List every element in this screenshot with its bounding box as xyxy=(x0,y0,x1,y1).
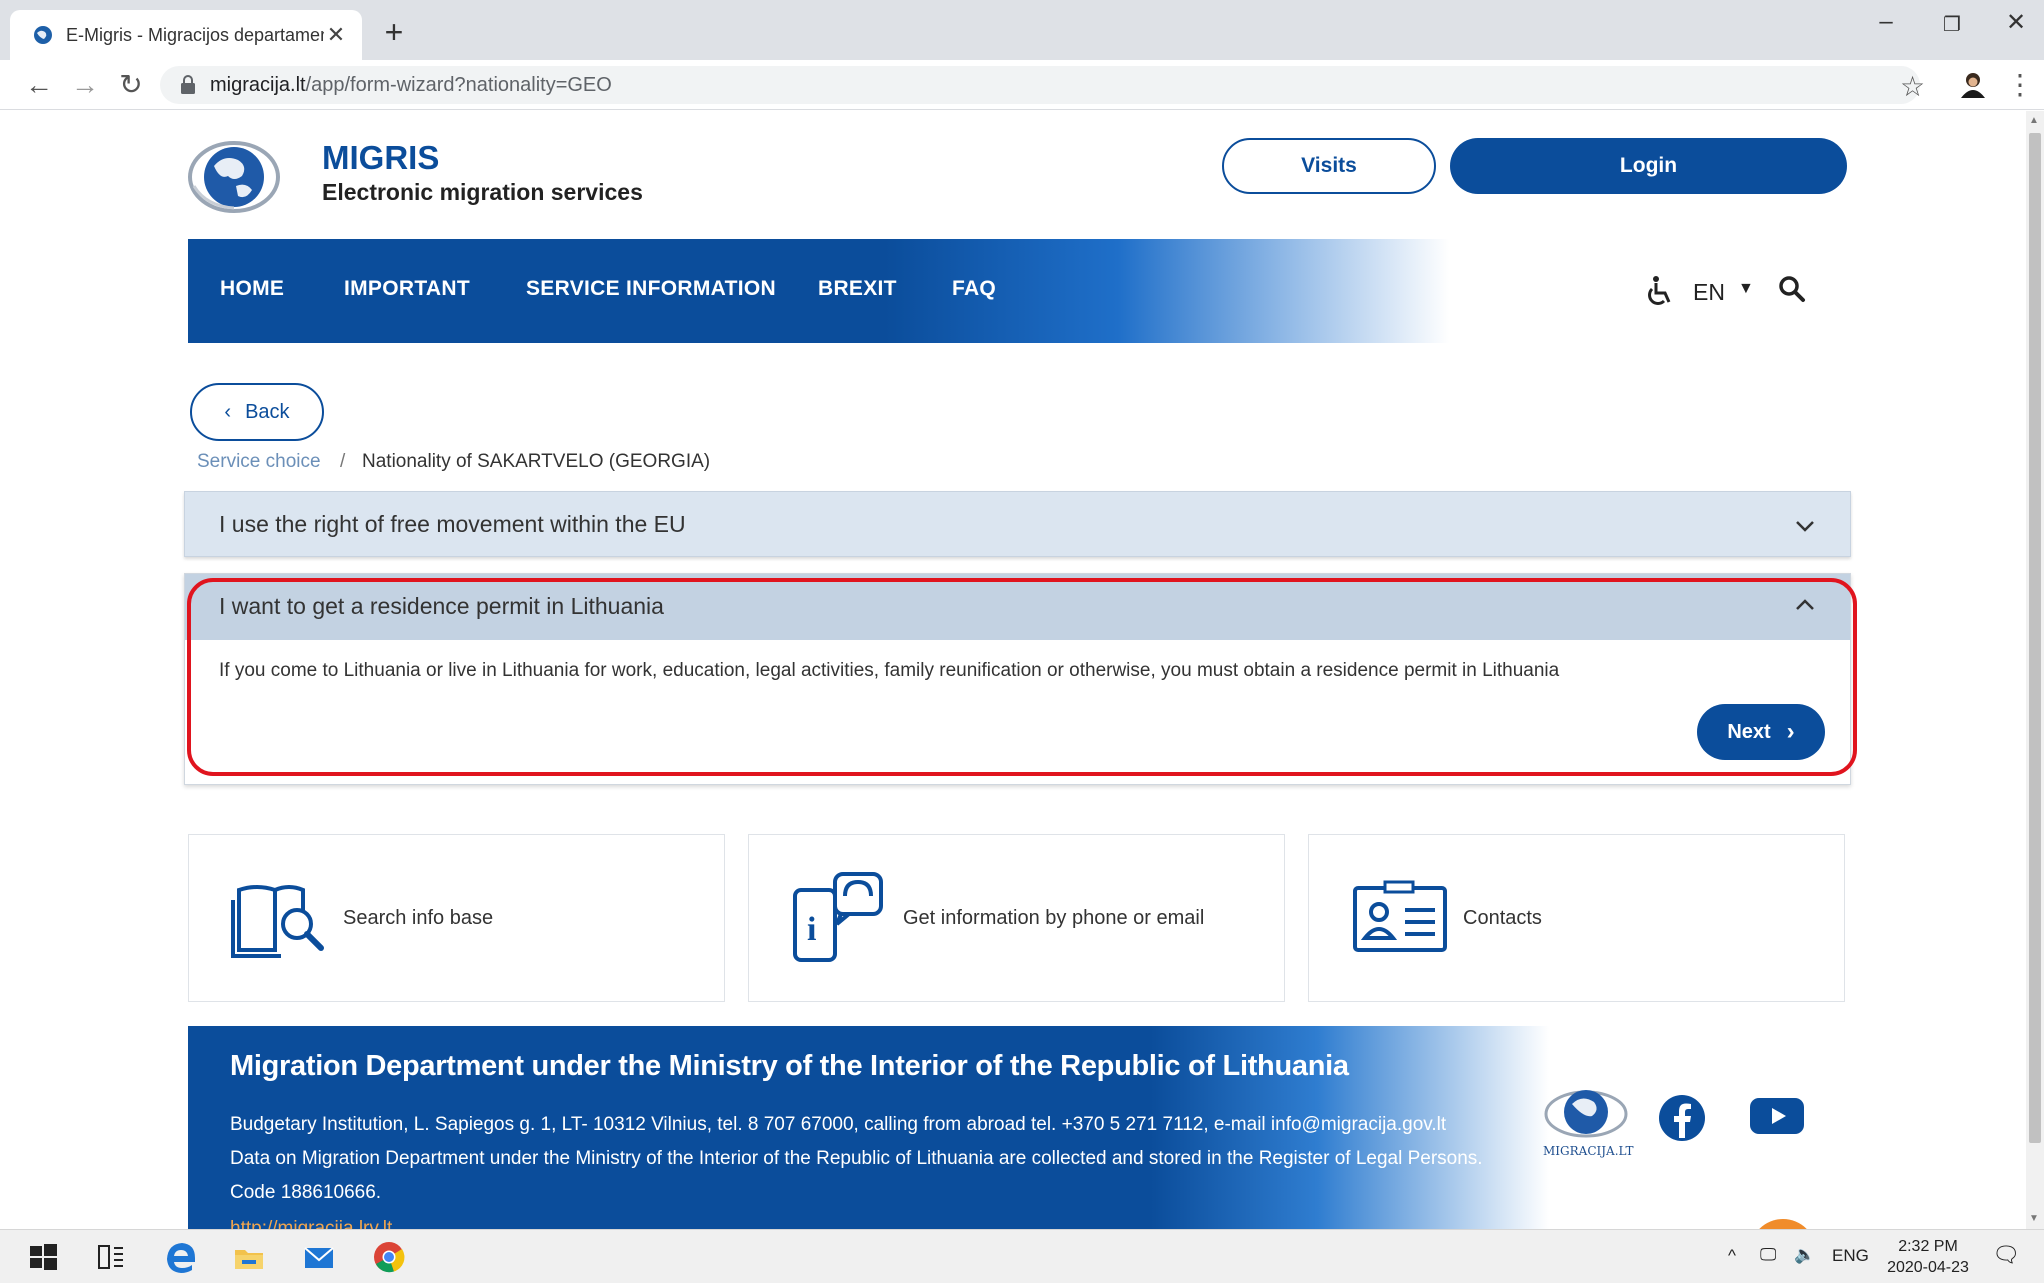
nav-item-home[interactable]: HOME xyxy=(220,277,284,301)
nav-item-brexit[interactable]: BREXIT xyxy=(818,277,897,301)
accordion-residence-permit: I want to get a residence permit in Lith… xyxy=(184,573,1851,785)
mail-icon[interactable] xyxy=(302,1240,336,1274)
browser-tab[interactable]: E-Migris - Migracijos departamen ✕ xyxy=(10,10,362,60)
footer-website-link[interactable]: http://migracija.lrv.lt xyxy=(230,1218,392,1229)
footer-address: Budgetary Institution, L. Sapiegos g. 1,… xyxy=(230,1114,1447,1135)
scroll-thumb[interactable] xyxy=(2029,133,2041,1143)
tab-title: E-Migris - Migracijos departamen xyxy=(66,24,324,45)
network-icon[interactable]: 🖵 xyxy=(1760,1245,1776,1265)
windows-taskbar: ^ 🖵 🔈 ENG 2:32 PM 2020-04-23 🗨 xyxy=(0,1229,2044,1283)
accordion-title: I want to get a residence permit in Lith… xyxy=(219,593,664,619)
brand-title: MIGRIS xyxy=(322,139,440,176)
card-label: Get information by phone or email xyxy=(903,906,1205,929)
breadcrumb-separator: / xyxy=(340,451,346,472)
plus-icon[interactable]: + xyxy=(376,14,412,50)
footer-title: Migration Department under the Ministry … xyxy=(230,1050,1349,1082)
facebook-icon[interactable] xyxy=(1658,1094,1706,1142)
migris-logo[interactable] xyxy=(186,136,282,218)
accordion-title: I use the right of free movement within … xyxy=(219,511,686,537)
language-selector[interactable]: EN xyxy=(1693,279,1725,306)
next-button-label: Next xyxy=(1727,720,1771,743)
favicon-globe-icon xyxy=(34,26,52,44)
card-label: Search info base xyxy=(343,906,494,929)
nav-item-important[interactable]: IMPORTANT xyxy=(344,277,470,301)
forward-arrow-icon[interactable]: → xyxy=(68,68,102,102)
notifications-icon[interactable]: 🗨 xyxy=(1992,1242,2020,1268)
breadcrumb-service-choice[interactable]: Service choice xyxy=(197,451,321,473)
card-contacts[interactable]: Contacts xyxy=(1308,834,1845,1002)
edge-browser-icon[interactable] xyxy=(164,1240,198,1274)
card-phone-email-info[interactable]: i Get information by phone or email xyxy=(748,834,1285,1002)
card-label: Contacts xyxy=(1463,906,1542,929)
brand-subtitle: Electronic migration services xyxy=(322,179,643,205)
volume-icon[interactable]: 🔈 xyxy=(1794,1245,1815,1265)
back-button-label: Back xyxy=(245,400,290,423)
migracija-logo-icon[interactable] xyxy=(1540,1084,1632,1144)
accordion-body-text: If you come to Lithuania or live in Lith… xyxy=(219,660,1560,681)
visits-button[interactable]: Visits xyxy=(1222,138,1436,194)
browser-toolbar: ← → ↻ migracija.lt/app/form-wizard?natio… xyxy=(0,60,2044,110)
profile-icon[interactable] xyxy=(1956,68,1990,102)
book-search-icon xyxy=(231,885,324,958)
scroll-down-icon[interactable]: ▼ xyxy=(2029,1213,2039,1224)
reload-icon[interactable]: ↻ xyxy=(114,68,148,102)
browser-tab-bar: E-Migris - Migracijos departamen ✕ + – ❐… xyxy=(0,0,2044,60)
back-arrow-icon[interactable]: ← xyxy=(22,68,56,102)
chrome-icon[interactable] xyxy=(372,1240,406,1274)
login-button[interactable]: Login xyxy=(1450,138,1847,194)
footer: Migration Department under the Ministry … xyxy=(188,1026,1848,1229)
nav-item-faq[interactable]: FAQ xyxy=(952,277,996,301)
input-language[interactable]: ENG xyxy=(1832,1246,1869,1266)
window-close-icon[interactable]: ✕ xyxy=(1996,8,2036,37)
clock-date: 2020-04-23 xyxy=(1887,1259,1969,1276)
scroll-up-icon[interactable]: ▲ xyxy=(2029,115,2039,126)
chevron-down-icon xyxy=(1796,521,1814,532)
chevron-right-icon: › xyxy=(1786,718,1795,745)
back-button[interactable]: ‹ Back xyxy=(190,383,324,441)
chevron-up-icon xyxy=(1796,599,1814,610)
page-viewport: MIGRIS Electronic migration services Vis… xyxy=(0,111,2026,1229)
close-icon[interactable]: ✕ xyxy=(324,22,348,48)
task-view-icon[interactable] xyxy=(94,1240,128,1274)
minimize-icon[interactable]: – xyxy=(1866,8,1906,36)
address-bar[interactable]: migracija.lt/app/form-wizard?nationality… xyxy=(160,66,1920,104)
accordion-header[interactable]: I want to get a residence permit in Lith… xyxy=(185,574,1850,640)
breadcrumb-current: Nationality of SAKARTVELO (GEORGIA) xyxy=(362,451,711,472)
phone-info-icon: i xyxy=(793,872,883,962)
card-search-info-base[interactable]: Search info base xyxy=(188,834,725,1002)
youtube-icon[interactable] xyxy=(1750,1096,1804,1136)
system-clock[interactable]: 2:32 PM 2020-04-23 xyxy=(1882,1236,1974,1278)
footer-register-info: Data on Migration Department under the M… xyxy=(230,1148,1483,1169)
footer-code: Code 188610666. xyxy=(230,1182,382,1203)
next-button[interactable]: Next › xyxy=(1697,704,1825,760)
more-menu-icon[interactable]: ⋮ xyxy=(2006,68,2034,101)
svg-text:i: i xyxy=(807,911,816,948)
chevron-down-icon[interactable]: ▼ xyxy=(1738,280,1754,298)
tray-chevron-up-icon[interactable]: ^ xyxy=(1728,1246,1736,1266)
restore-icon[interactable]: ❐ xyxy=(1932,12,1972,37)
footer-logo-text: MIGRACIJA.LT xyxy=(1543,1144,1634,1158)
main-nav: HOME IMPORTANT SERVICE INFORMATION BREXI… xyxy=(188,239,1848,343)
accessibility-icon[interactable] xyxy=(1644,275,1674,307)
lock-icon xyxy=(181,75,195,94)
windows-start-icon[interactable] xyxy=(26,1240,60,1274)
nav-item-service-information[interactable]: SERVICE INFORMATION xyxy=(526,277,776,301)
url-text: migracija.lt/app/form-wizard?nationality… xyxy=(210,73,612,96)
chevron-left-icon: ‹ xyxy=(224,400,232,423)
star-icon[interactable]: ☆ xyxy=(1900,70,1925,103)
search-icon[interactable] xyxy=(1778,275,1806,303)
clock-time: 2:32 PM xyxy=(1898,1238,1958,1255)
file-explorer-icon[interactable] xyxy=(232,1240,266,1274)
contact-card-icon xyxy=(1353,880,1447,952)
page-scrollbar[interactable]: ▲ ▼ xyxy=(2026,111,2044,1229)
accordion-free-movement[interactable]: I use the right of free movement within … xyxy=(184,491,1851,557)
